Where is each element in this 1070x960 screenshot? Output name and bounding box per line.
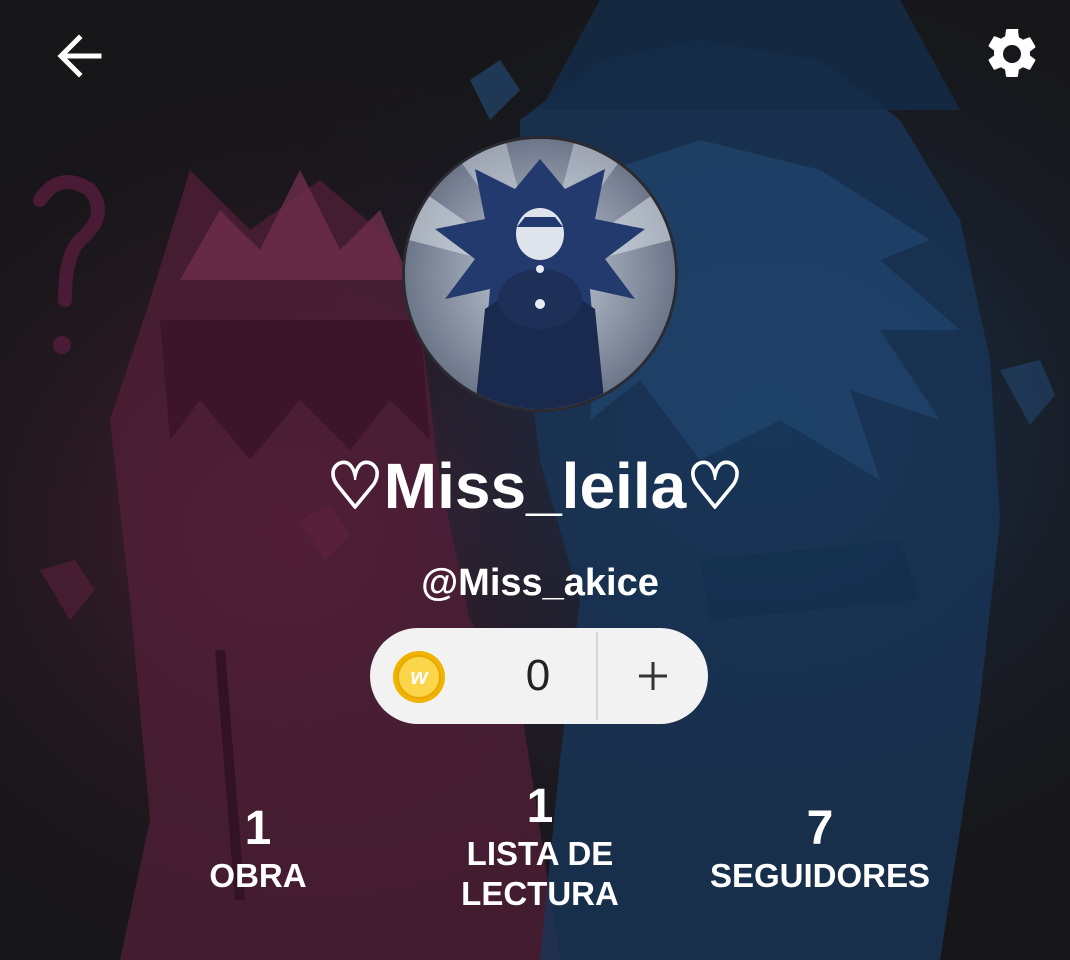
coin-balance-pill: w 0 [370,628,708,724]
gear-icon [988,28,1036,77]
settings-button[interactable] [980,22,1044,86]
stat-works-count: 1 [244,802,272,855]
coin-count: 0 [525,651,551,700]
stat-followers[interactable]: 7 SEGUIDORES [680,802,960,896]
stat-reading-lists-count: 1 [526,780,554,833]
avatar-image [405,139,675,409]
stat-reading-lists[interactable]: 1 LISTA DE LECTURA [420,780,660,914]
buy-coins-button[interactable] [598,628,708,724]
stat-followers-count: 7 [806,802,834,855]
svg-text:w: w [410,664,429,689]
stat-works-label: OBRA [209,857,307,894]
back-button[interactable] [47,24,111,88]
avatar[interactable] [402,136,678,412]
stat-works[interactable]: 1 OBRA [160,802,356,896]
profile-screen: ♡Miss_leila♡ @Miss_akice w 0 1 OBRA 1 LI… [0,0,1070,960]
username: @Miss_akice [421,562,659,604]
plus-icon [639,662,667,690]
stat-followers-label: SEGUIDORES [709,857,931,894]
wattpad-coin-icon: w [393,651,445,703]
arrow-left-icon [57,34,102,78]
display-name: ♡Miss_leila♡ [326,450,744,522]
stat-reading-lists-label: LISTA DE LECTURA [461,835,619,912]
